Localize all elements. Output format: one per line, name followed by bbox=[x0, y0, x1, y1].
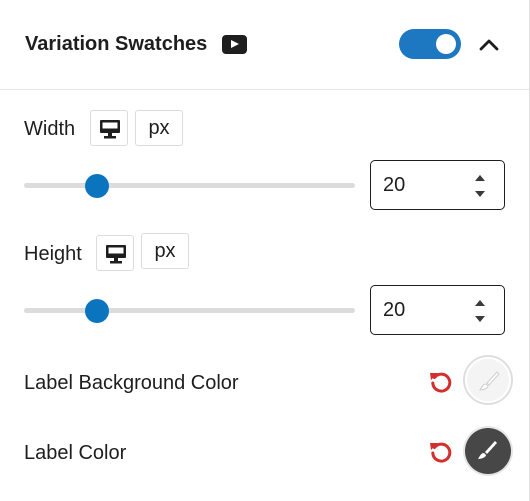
height-unit-selector[interactable]: px bbox=[141, 233, 189, 269]
label-background-color-label: Label Background Color bbox=[24, 372, 239, 394]
width-increment-button[interactable] bbox=[475, 175, 485, 181]
width-number-input[interactable]: 20 bbox=[370, 160, 505, 210]
width-device-button[interactable] bbox=[90, 110, 128, 146]
enable-toggle[interactable] bbox=[399, 29, 461, 59]
reset-icon[interactable] bbox=[428, 368, 454, 394]
toggle-knob bbox=[436, 34, 456, 54]
label-color-label: Label Color bbox=[24, 442, 127, 464]
height-number-input[interactable]: 20 bbox=[370, 285, 505, 335]
width-unit-selector[interactable]: px bbox=[135, 110, 183, 146]
height-device-button[interactable] bbox=[96, 235, 134, 271]
chevron-up-icon[interactable] bbox=[478, 34, 500, 56]
height-label: Height bbox=[24, 243, 82, 265]
height-slider-thumb[interactable] bbox=[85, 299, 110, 323]
height-increment-button[interactable] bbox=[475, 300, 485, 306]
height-decrement-button[interactable] bbox=[475, 316, 485, 322]
width-value: 20 bbox=[383, 174, 406, 196]
paint-brush-icon bbox=[479, 371, 500, 391]
reset-icon[interactable] bbox=[428, 438, 454, 464]
panel-title: Variation Swatches bbox=[25, 33, 208, 55]
label-background-color-swatch[interactable] bbox=[465, 357, 511, 403]
height-slider-track[interactable] bbox=[24, 308, 355, 313]
width-label: Width bbox=[24, 118, 76, 140]
width-decrement-button[interactable] bbox=[475, 191, 485, 197]
width-slider-thumb[interactable] bbox=[85, 174, 110, 198]
youtube-play-icon[interactable] bbox=[222, 35, 247, 54]
desktop-icon bbox=[100, 120, 120, 139]
label-color-swatch[interactable] bbox=[465, 428, 511, 474]
variation-swatches-panel: Variation Swatches Width px 20 Height px… bbox=[0, 0, 530, 501]
desktop-icon bbox=[106, 245, 126, 264]
height-value: 20 bbox=[383, 299, 406, 321]
panel-header[interactable]: Variation Swatches bbox=[0, 0, 530, 90]
paint-brush-icon bbox=[478, 441, 497, 459]
width-slider-track[interactable] bbox=[24, 183, 355, 188]
